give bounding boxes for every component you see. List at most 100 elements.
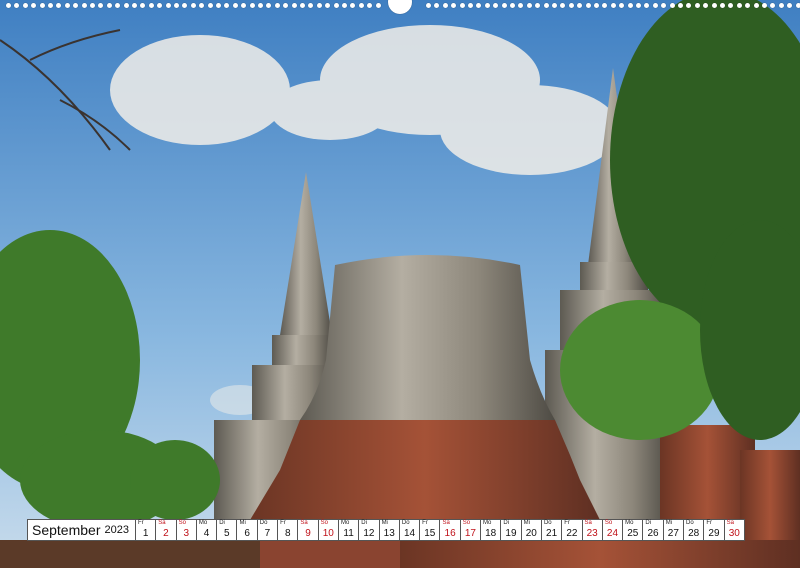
binding-hole: [577, 3, 583, 8]
weekday-abbrev: Sa: [726, 520, 734, 526]
binding-hole: [552, 3, 557, 8]
day-cell: Do 14: [399, 519, 421, 541]
binding-hole: [90, 3, 95, 8]
binding-hole: [442, 3, 448, 8]
day-cell: Di 26: [643, 519, 664, 541]
spiral-binding: [0, 0, 800, 14]
day-number: 22: [566, 528, 578, 539]
month-calendar-strip: September 2023 Fr 1 Sa 2 So 3 Mo 4 Di 5 Mi 6 Do 7 Fr 8 S…: [27, 519, 745, 541]
day-cell: Di 12: [359, 519, 380, 541]
binding-hole: [518, 3, 524, 8]
binding-hole: [31, 3, 37, 8]
day-number: 20: [525, 528, 537, 539]
binding-hole: [594, 3, 599, 8]
binding-hole: [241, 3, 247, 8]
binding-hole: [493, 3, 499, 8]
day-number: 10: [322, 528, 334, 539]
day-number: 12: [363, 528, 375, 539]
day-cell: Do 28: [684, 519, 705, 541]
weekday-abbrev: Do: [543, 520, 552, 526]
binding-hole: [39, 3, 45, 8]
binding-hole: [174, 3, 179, 8]
binding-hole: [258, 3, 263, 8]
weekday-abbrev: So: [178, 520, 186, 526]
weekday-abbrev: Mo: [625, 520, 634, 526]
day-cell: So 17: [460, 519, 482, 541]
binding-hole: [459, 3, 465, 8]
weekday-abbrev: Di: [219, 520, 225, 526]
binding-hole: [73, 3, 79, 8]
binding-hole: [526, 3, 532, 8]
day-cell: Fr 29: [704, 519, 725, 541]
binding-hole: [342, 3, 347, 8]
day-cell: Mo 11: [338, 519, 360, 541]
binding-hole: [694, 3, 700, 8]
binding-hole: [182, 3, 188, 8]
day-cell: Fr 8: [278, 519, 299, 541]
binding-hole: [190, 3, 196, 8]
binding-hole: [636, 3, 641, 8]
binding-hole: [64, 3, 70, 8]
month-label-box: September 2023: [27, 519, 136, 541]
binding-hole: [720, 3, 725, 8]
day-cell: Di 19: [501, 519, 522, 541]
day-cell: So 3: [176, 519, 197, 541]
weekday-abbrev: Mo: [340, 520, 350, 526]
day-number: 11: [343, 528, 354, 539]
binding-hole: [224, 3, 230, 8]
day-cell: Fr 15: [420, 519, 441, 541]
day-number: 6: [244, 528, 250, 539]
day-number: 21: [546, 528, 558, 539]
weekday-abbrev: Fr: [564, 520, 570, 526]
binding-hole: [560, 3, 566, 8]
binding-hole: [627, 3, 633, 8]
day-number: 5: [224, 528, 230, 539]
weekday-abbrev: So: [320, 520, 329, 526]
weekday-abbrev: Sa: [442, 520, 450, 526]
binding-hole: [770, 3, 776, 8]
binding-hole: [115, 3, 121, 8]
day-cell: Fr 1: [136, 519, 157, 541]
weekday-abbrev: Fr: [706, 520, 712, 526]
day-number: 2: [163, 528, 169, 539]
day-cell: Sa 23: [582, 519, 603, 541]
day-number: 8: [284, 528, 291, 539]
binding-hole: [81, 3, 87, 8]
weekday-abbrev: Mi: [239, 520, 246, 526]
day-cell: So 24: [602, 519, 624, 541]
binding-hole: [232, 3, 238, 8]
day-cell: Di 5: [217, 519, 238, 541]
weekday-abbrev: Fr: [422, 520, 428, 526]
weekday-abbrev: Mo: [198, 520, 208, 526]
binding-hole: [484, 3, 490, 8]
day-cell: Do 7: [257, 519, 279, 541]
binding-hole: [669, 3, 675, 8]
binding-hole: [199, 3, 205, 8]
weekday-abbrev: Mi: [523, 520, 530, 526]
day-number: 16: [444, 528, 456, 539]
binding-hole: [686, 3, 692, 8]
day-number: 4: [203, 528, 210, 539]
weekday-abbrev: Mi: [381, 520, 388, 526]
binding-hole: [316, 3, 322, 8]
day-cell: Do 21: [541, 519, 563, 541]
binding-hole: [123, 3, 129, 8]
day-number: 24: [606, 528, 619, 539]
weekday-abbrev: Fr: [138, 520, 144, 526]
weekday-abbrev: So: [462, 520, 471, 526]
day-number: 9: [305, 528, 311, 539]
day-cell: Mo 4: [196, 519, 218, 541]
day-number: 3: [183, 528, 190, 539]
binding-hole: [157, 3, 163, 8]
weekday-abbrev: Sa: [158, 520, 166, 526]
binding-hole: [736, 3, 742, 8]
day-cell: Mo 25: [623, 519, 644, 541]
binding-hole: [510, 3, 515, 8]
binding-hole: [6, 3, 11, 8]
binding-hole: [619, 3, 625, 8]
binding-hole: [426, 3, 431, 8]
binding-hole: [753, 3, 759, 8]
binding-hole: [661, 3, 667, 8]
binding-hole: [476, 3, 482, 8]
binding-hole: [762, 3, 767, 8]
